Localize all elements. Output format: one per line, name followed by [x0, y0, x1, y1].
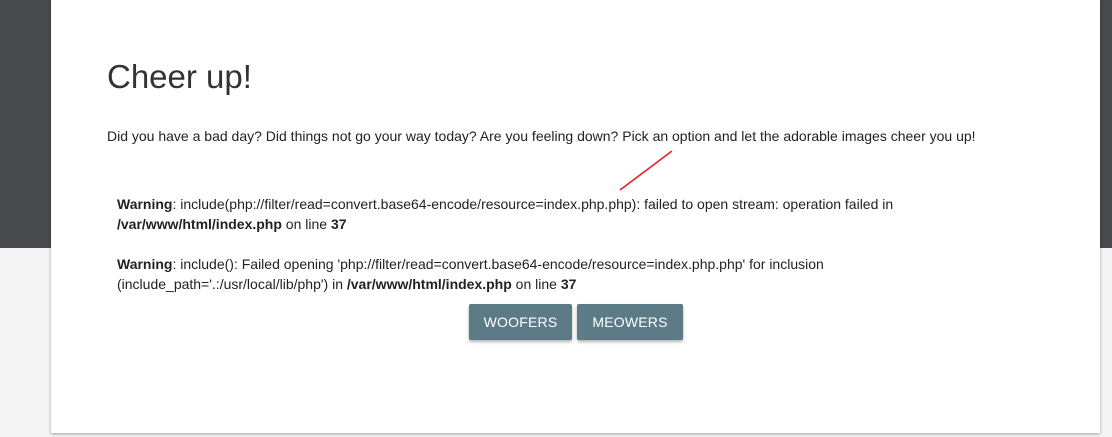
- php-warning: Warning: include(php://filter/read=conve…: [117, 194, 917, 234]
- page-title: Cheer up!: [107, 58, 252, 95]
- woofers-button[interactable]: WOOFERS: [469, 304, 572, 340]
- warning-line-number: 37: [560, 276, 577, 292]
- warning-on-line: on line: [511, 276, 561, 292]
- meowers-button[interactable]: MEOWERS: [577, 304, 683, 340]
- warning-on-line: on line: [281, 216, 331, 232]
- warning-label: Warning: [117, 196, 173, 212]
- warning-line-number: 37: [330, 216, 347, 232]
- warning-label: Warning: [117, 256, 173, 272]
- intro-text: Did you have a bad day? Did things not g…: [107, 128, 976, 144]
- main-card: Cheer up! Did you have a bad day? Did th…: [51, 0, 1100, 433]
- warning-path: /var/www/html/index.php: [346, 276, 512, 292]
- warning-message: : include(php://filter/read=convert.base…: [172, 196, 894, 212]
- warning-path: /var/www/html/index.php: [117, 216, 282, 232]
- php-warning: Warning: include(): Failed opening 'php:…: [117, 254, 917, 294]
